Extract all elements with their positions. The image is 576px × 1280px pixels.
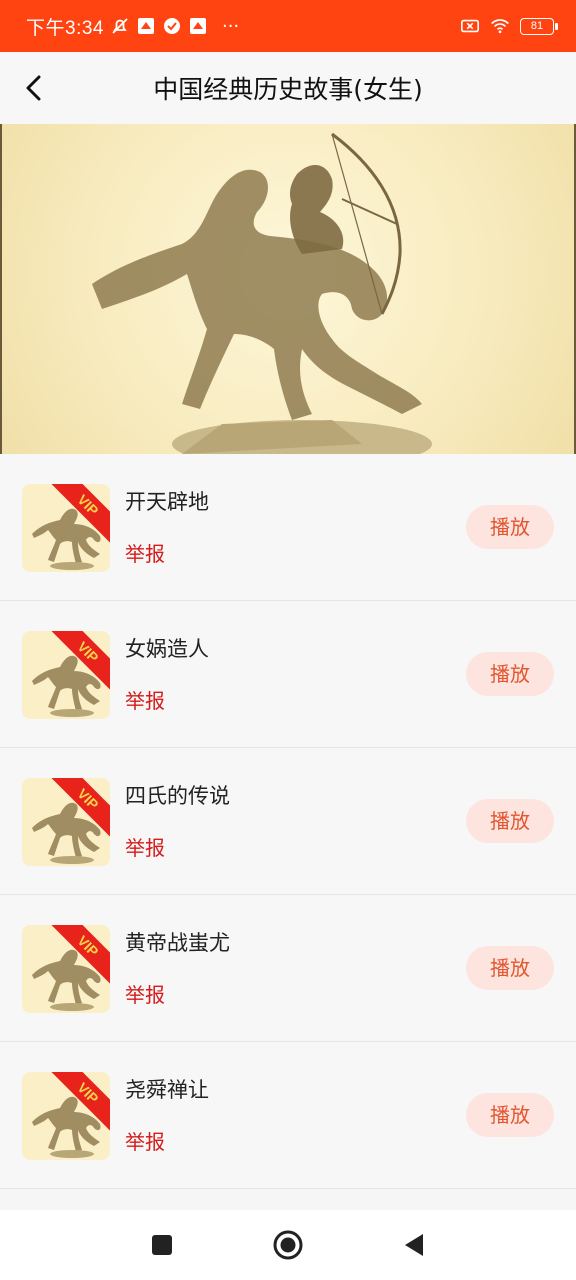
report-link[interactable]: 举报 [125,538,165,567]
page-title: 中国经典历史故事(女生) [153,75,423,104]
status-time: 下午3:34 [26,17,104,39]
play-button[interactable]: 播放 [466,946,554,990]
story-title: 四氏的传说 [125,784,230,808]
story-title: 尧舜禅让 [125,1078,209,1102]
report-link[interactable]: 举报 [125,832,165,861]
list-item[interactable]: VIP 四氏的传说 举报 播放 [0,748,576,895]
battery-icon: 81 [520,17,558,35]
chevron-left-icon[interactable] [14,68,54,108]
list-item[interactable]: VIP 尧舜禅让 举报 播放 [0,1042,576,1189]
square-icon[interactable] [145,1228,179,1262]
story-title: 女娲造人 [125,637,209,661]
play-button[interactable]: 播放 [466,1093,554,1137]
circle-home-icon[interactable] [271,1228,305,1262]
play-button[interactable]: 播放 [466,505,554,549]
report-link[interactable]: 举报 [125,1126,165,1155]
status-bar: 下午3:34 ··· 81 [0,0,576,52]
wifi-icon [490,16,510,36]
battery-saver-icon [460,16,480,36]
story-thumbnail: VIP [22,631,110,719]
more-notifications: ··· [221,15,240,37]
list-item[interactable]: VIP 黄帝战蚩尤 举报 播放 [0,895,576,1042]
mute-icon [110,16,130,36]
list-item[interactable]: VIP 女娲造人 举报 播放 [0,601,576,748]
story-list: VIP 开天辟地 举报 播放 VIP 女娲造人 举报 播放 VIP 四氏的传说 … [0,454,576,1189]
report-link[interactable]: 举报 [125,685,165,714]
play-button[interactable]: 播放 [466,799,554,843]
story-thumbnail: VIP [22,484,110,572]
app-bar: 中国经典历史故事(女生) [0,52,576,124]
triangle-back-icon[interactable] [397,1228,431,1262]
system-nav-bar [0,1210,576,1280]
list-item[interactable]: VIP 开天辟地 举报 播放 [0,454,576,601]
story-thumbnail: VIP [22,778,110,866]
story-title: 开天辟地 [125,490,209,514]
check-circle-icon [162,16,182,36]
story-title: 黄帝战蚩尤 [125,931,230,955]
story-thumbnail: VIP [22,925,110,1013]
app-notification-icon [136,16,156,36]
report-link[interactable]: 举报 [125,979,165,1008]
app-notification-icon [188,16,208,36]
banner-image [0,124,576,454]
story-thumbnail: VIP [22,1072,110,1160]
play-button[interactable]: 播放 [466,652,554,696]
